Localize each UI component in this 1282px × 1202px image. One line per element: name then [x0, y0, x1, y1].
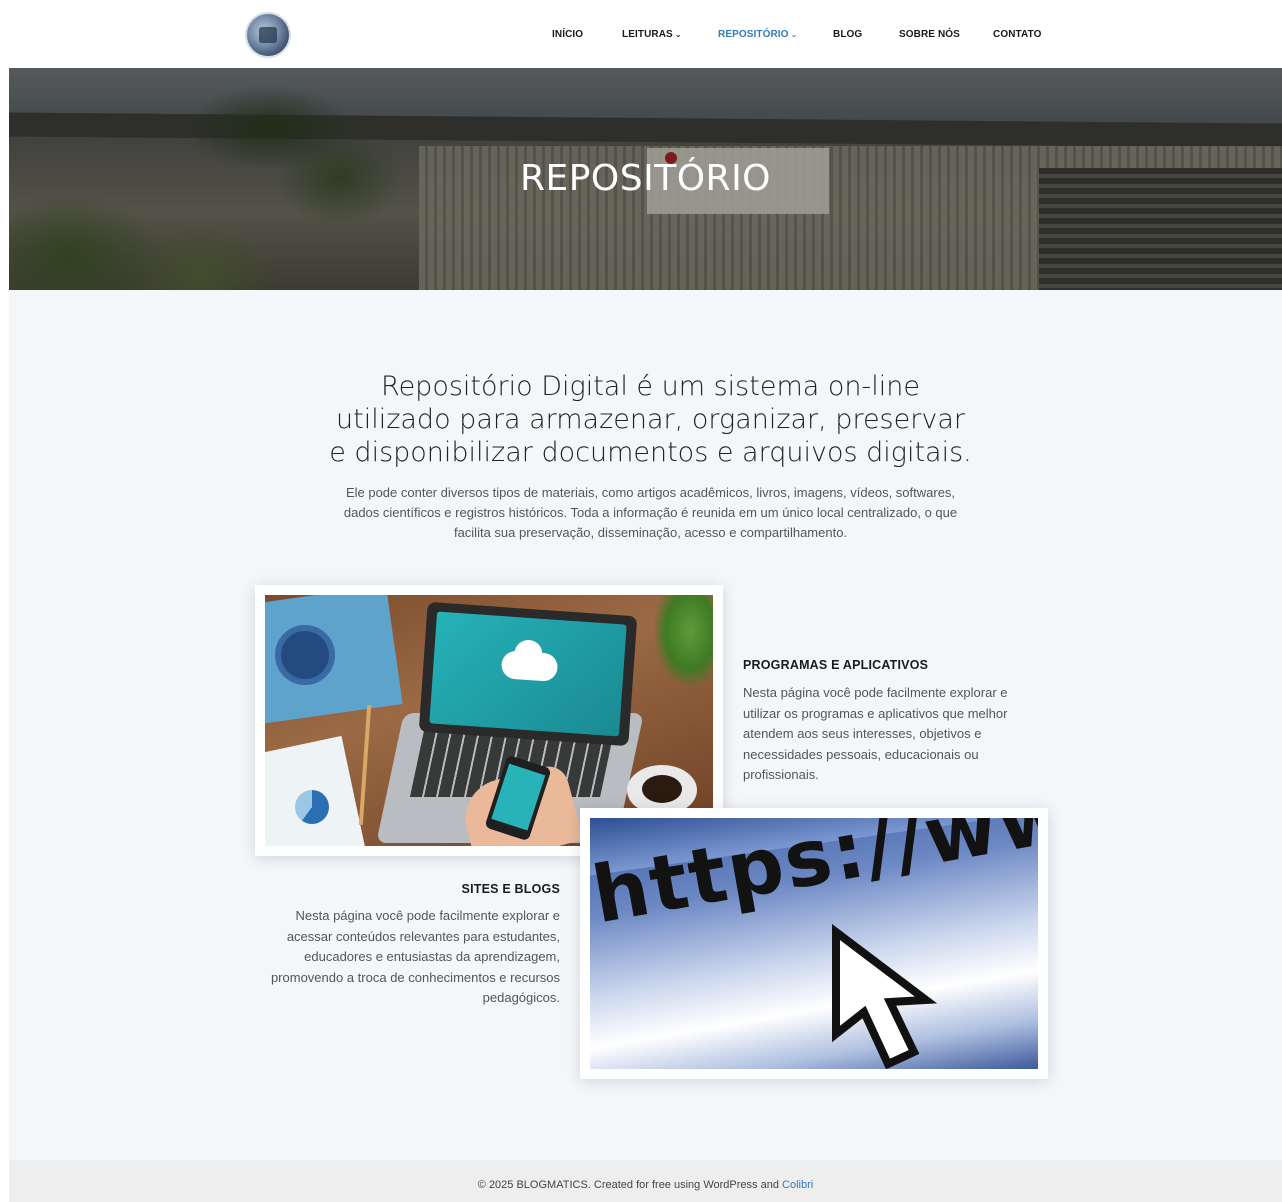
footer-colibri-link[interactable]: Colibri [782, 1179, 813, 1191]
page-title: REPOSITÓRIO [519, 158, 772, 199]
intro-body: Ele pode conter diversos tipos de materi… [343, 485, 958, 540]
nav-item-repositorio[interactable]: REPOSITÓRIO ⌄ [718, 29, 797, 40]
nav-item-leituras[interactable]: LEITURAS ⌄ [622, 29, 682, 40]
chevron-down-icon: ⌄ [790, 30, 798, 39]
sites-image-card: https://www [580, 808, 1048, 1079]
feature-text-sites: Nesta página você pode facilmente explor… [270, 908, 560, 1005]
footer-copyright: © 2025 BLOGMATICS. Created for free usin… [477, 1179, 814, 1191]
nav-item-inicio[interactable]: INÍCIO [552, 29, 583, 40]
main-nav: INÍCIO LEITURAS ⌄ REPOSITÓRIO ⌄ BLOG SOBRE… [0, 0, 1282, 68]
site-header: INÍCIO LEITURAS ⌄ REPOSITÓRIO ⌄ BLOG SOBRE… [0, 0, 1282, 68]
nav-item-sobre-nos[interactable]: SOBRE NÓS [899, 29, 960, 40]
site-footer: © 2025 BLOGMATICS. Created for free usin… [9, 1160, 1282, 1202]
https-url-image: https://www [590, 818, 1038, 1069]
hero-banner: REPOSITÓRIO [9, 68, 1282, 290]
cursor-arrow-icon [832, 924, 938, 1069]
feature-title-programas: PROGRAMAS E APLICATIVOS [743, 658, 929, 672]
feature-title-sites: SITES E BLOGS [461, 882, 560, 896]
chevron-down-icon: ⌄ [674, 30, 682, 39]
nav-item-contato[interactable]: CONTATO [993, 29, 1041, 40]
nav-item-blog[interactable]: BLOG [833, 29, 862, 40]
feature-text-programas: Nesta página você pode facilmente explor… [743, 685, 1008, 782]
main-content: Repositório Digital é um sistema on-line… [9, 290, 1282, 1160]
intro-headline: Repositório Digital é um sistema on-line… [329, 371, 972, 468]
